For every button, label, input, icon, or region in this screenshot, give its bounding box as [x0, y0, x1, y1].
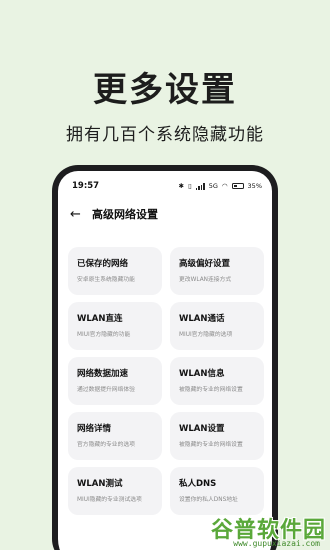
- card-description: 通过数据提升网络体验: [77, 387, 135, 393]
- back-arrow-icon[interactable]: ←: [70, 207, 92, 222]
- card-data-acceleration[interactable]: 网络数据加速 通过数据提升网络体验: [68, 357, 162, 405]
- card-title: 网络详情: [77, 424, 112, 434]
- card-title: 已保存的网络: [77, 259, 129, 269]
- card-title: 高级偏好设置: [179, 259, 231, 269]
- app-bar: ← 高级网络设置: [58, 199, 272, 229]
- card-description: 官方隐藏的专业的选项: [77, 442, 135, 448]
- card-advanced-preferences[interactable]: 高级偏好设置 更改WLAN连接方式: [170, 247, 264, 295]
- battery-icon: [231, 183, 244, 189]
- card-private-dns[interactable]: 私人DNS 设置你的私人DNS地址: [170, 467, 264, 515]
- status-bar: 19:57 ✱ ▯ 5G ◠ 35%: [58, 171, 272, 195]
- card-network-details[interactable]: 网络详情 官方隐藏的专业的选项: [68, 412, 162, 460]
- card-title: WLAN信息: [179, 369, 225, 379]
- promo-subtitle: 拥有几百个系统隐藏功能: [66, 125, 264, 145]
- card-saved-networks[interactable]: 已保存的网络 安卓原生系统隐藏功能: [68, 247, 162, 295]
- card-title: WLAN设置: [179, 424, 225, 434]
- card-wlan-direct[interactable]: WLAN直连 MIUI官方隐藏的功能: [68, 302, 162, 350]
- card-title: 私人DNS: [179, 479, 217, 489]
- battery-level: 35%: [247, 182, 262, 190]
- promo-title: 更多设置: [93, 70, 237, 110]
- card-description: MIUI官方隐藏的选项: [179, 332, 233, 338]
- bluetooth-icon: ✱: [178, 182, 185, 190]
- network-type: 5G: [208, 182, 218, 190]
- phone-mockup: 19:57 ✱ ▯ 5G ◠ 35% ← 高级网络设置 已保存的网络 安卓原生系…: [52, 165, 278, 550]
- card-description: 更改WLAN连接方式: [179, 277, 232, 283]
- card-description: MIUI官方隐藏的功能: [77, 332, 131, 338]
- card-title: WLAN通话: [179, 314, 225, 324]
- card-wlan-info[interactable]: WLAN信息 被隐藏的专业的网络设置: [170, 357, 264, 405]
- card-description: MIUI隐藏的专业测试选项: [77, 497, 142, 503]
- card-description: 被隐藏的专业的网络设置: [179, 442, 243, 448]
- vibrate-icon: ▯: [188, 182, 192, 190]
- signal-icon: [195, 182, 205, 190]
- status-time: 19:57: [72, 181, 100, 191]
- status-icons: ✱ ▯ 5G ◠ 35%: [179, 182, 262, 190]
- card-wlan-calling[interactable]: WLAN通话 MIUI官方隐藏的选项: [170, 302, 264, 350]
- card-description: 被隐藏的专业的网络设置: [179, 387, 243, 393]
- card-description: 安卓原生系统隐藏功能: [77, 277, 135, 283]
- card-wlan-test[interactable]: WLAN测试 MIUI隐藏的专业测试选项: [68, 467, 162, 515]
- page-title: 高级网络设置: [92, 208, 158, 221]
- settings-grid: 已保存的网络 安卓原生系统隐藏功能 高级偏好设置 更改WLAN连接方式 WLAN…: [68, 247, 264, 515]
- card-description: 设置你的私人DNS地址: [179, 497, 238, 503]
- card-wlan-settings[interactable]: WLAN设置 被隐藏的专业的网络设置: [170, 412, 264, 460]
- card-title: WLAN测试: [77, 479, 123, 489]
- wifi-icon: ◠: [221, 182, 228, 190]
- card-title: WLAN直连: [77, 314, 123, 324]
- card-title: 网络数据加速: [77, 369, 129, 379]
- watermark-url: www.gupuxiazai.com: [233, 539, 320, 548]
- watermark: 谷普软件园 www.gupuxiazai.com: [176, 512, 326, 548]
